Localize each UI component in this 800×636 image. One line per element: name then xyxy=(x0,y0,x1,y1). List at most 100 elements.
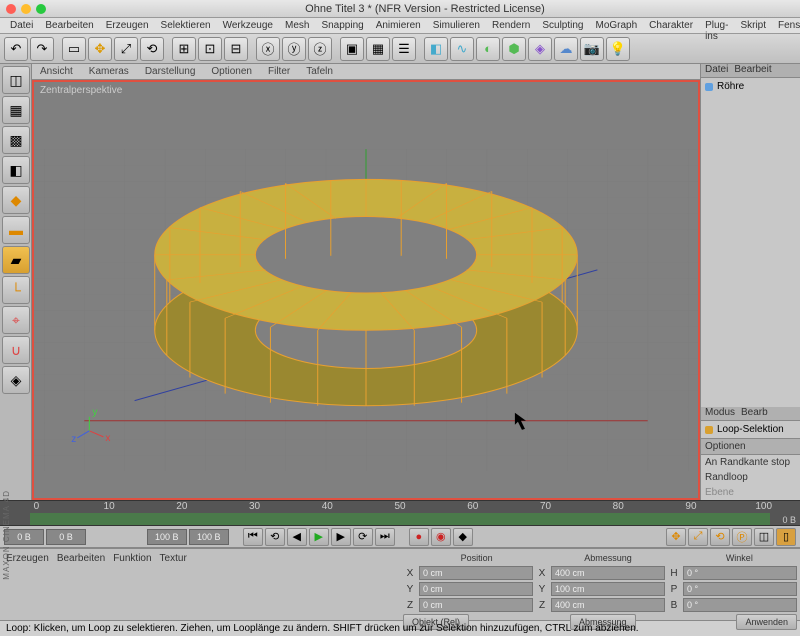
viewport[interactable]: Zentralperspektive xyxy=(32,80,700,500)
nurbs-primitive[interactable]: ◐ xyxy=(476,37,500,61)
move-tool[interactable]: ✥ xyxy=(88,37,112,61)
menu-mesh[interactable]: Mesh xyxy=(279,18,315,33)
menu-simulieren[interactable]: Simulieren xyxy=(427,18,486,33)
maximize-icon[interactable] xyxy=(36,4,46,14)
snap-mode[interactable]: ⌖ xyxy=(2,306,30,334)
menu-selektieren[interactable]: Selektieren xyxy=(155,18,217,33)
undo-button[interactable]: ↶ xyxy=(4,37,28,61)
environment-primitive[interactable]: ☁ xyxy=(554,37,578,61)
select-tool[interactable]: ▭ xyxy=(62,37,86,61)
z-axis-button[interactable]: ⓩ xyxy=(308,37,332,61)
mat-tab-erzeugen[interactable]: Erzeugen xyxy=(6,553,49,564)
mat-tab-funktion[interactable]: Funktion xyxy=(113,553,151,564)
spline-primitive[interactable]: ∿ xyxy=(450,37,474,61)
render-settings-button[interactable]: ☰ xyxy=(392,37,416,61)
record-button[interactable]: ● xyxy=(409,528,429,546)
menu-skript[interactable]: Skript xyxy=(734,18,772,33)
workplane-mode[interactable]: ◧ xyxy=(2,156,30,184)
key-scale-button[interactable]: ⤢ xyxy=(688,528,708,546)
timeline[interactable]: 0102030405060708090100 0 B xyxy=(0,500,800,526)
y-axis-button[interactable]: ⓨ xyxy=(282,37,306,61)
option-randkante[interactable]: An Randkante stop xyxy=(701,455,800,470)
viewtab-kameras[interactable]: Kameras xyxy=(85,64,133,79)
generator-primitive[interactable]: ⬢ xyxy=(502,37,526,61)
menu-snapping[interactable]: Snapping xyxy=(315,18,369,33)
viewtab-tafeln[interactable]: Tafeln xyxy=(302,64,337,79)
menu-animieren[interactable]: Animieren xyxy=(370,18,427,33)
render-region-button[interactable]: ▦ xyxy=(366,37,390,61)
menu-sculpting[interactable]: Sculpting xyxy=(536,18,589,33)
option-ebene[interactable]: Ebene xyxy=(701,485,800,500)
viewtab-filter[interactable]: Filter xyxy=(264,64,294,79)
object-mode[interactable]: ▦ xyxy=(2,96,30,124)
magnet-mode[interactable]: ∪ xyxy=(2,336,30,364)
apply-button[interactable]: Anwenden xyxy=(736,614,797,630)
om-tab-datei[interactable]: Datei xyxy=(705,64,728,77)
rotate-tool[interactable]: ⟲ xyxy=(140,37,164,61)
redo-button[interactable]: ↷ xyxy=(30,37,54,61)
deformer-primitive[interactable]: ◈ xyxy=(528,37,552,61)
tool-item[interactable]: Loop-Selektion xyxy=(701,421,800,438)
play-button[interactable]: ▶ xyxy=(309,528,329,546)
prev-frame-button[interactable]: ◀ xyxy=(287,528,307,546)
render-button[interactable]: ▣ xyxy=(340,37,364,61)
light-primitive[interactable]: 💡 xyxy=(606,37,630,61)
options-section[interactable]: Optionen xyxy=(701,438,800,455)
menu-fenster[interactable]: Fenst xyxy=(772,18,800,33)
next-key-button[interactable]: ⟳ xyxy=(353,528,373,546)
next-frame-button[interactable]: ▶ xyxy=(331,528,351,546)
attr-tab-bearbeiten[interactable]: Bearb xyxy=(741,407,768,420)
current-frame-input[interactable] xyxy=(46,529,86,545)
coords-button[interactable]: ⊟ xyxy=(224,37,248,61)
model-mode[interactable]: ◫ xyxy=(2,66,30,94)
pos-z-input[interactable]: 0 cm xyxy=(419,598,533,612)
attr-tab-modus[interactable]: Modus xyxy=(705,407,735,420)
menu-bearbeiten[interactable]: Bearbeiten xyxy=(39,18,99,33)
goto-start-button[interactable]: ⏮ xyxy=(243,528,263,546)
dim-z-input[interactable]: 400 cm xyxy=(551,598,665,612)
total-frame-input[interactable] xyxy=(147,529,187,545)
mat-tab-textur[interactable]: Textur xyxy=(160,553,187,564)
polygon-mode[interactable]: ▰ xyxy=(2,246,30,274)
key-layout-button[interactable]: ▯ xyxy=(776,528,796,546)
texture-mode[interactable]: ▩ xyxy=(2,126,30,154)
om-tab-bearbeiten[interactable]: Bearbeit xyxy=(734,64,771,77)
key-pos-button[interactable]: ✥ xyxy=(666,528,686,546)
menu-mograph[interactable]: MoGraph xyxy=(589,18,643,33)
goto-end-button[interactable]: ⏭ xyxy=(375,528,395,546)
prev-key-button[interactable]: ⟲ xyxy=(265,528,285,546)
keyframe-button[interactable]: ◆ xyxy=(453,528,473,546)
x-axis-button[interactable]: ⓧ xyxy=(256,37,280,61)
menu-rendern[interactable]: Rendern xyxy=(486,18,536,33)
mat-tab-bearbeiten[interactable]: Bearbeiten xyxy=(57,553,105,564)
object-item[interactable]: Röhre xyxy=(701,78,800,95)
cube-primitive[interactable]: ◧ xyxy=(424,37,448,61)
scale-tool[interactable]: ⤢ xyxy=(114,37,138,61)
autokey-button[interactable]: ◉ xyxy=(431,528,451,546)
pos-x-input[interactable]: 0 cm xyxy=(419,566,533,580)
key-pla-button[interactable]: ◫ xyxy=(754,528,774,546)
option-randloop[interactable]: Randloop xyxy=(701,470,800,485)
menu-erzeugen[interactable]: Erzeugen xyxy=(100,18,155,33)
point-mode[interactable]: ◆ xyxy=(2,186,30,214)
dim-x-input[interactable]: 400 cm xyxy=(551,566,665,580)
history-button[interactable]: ⊞ xyxy=(172,37,196,61)
menu-plugins[interactable]: Plug-ins xyxy=(699,18,734,33)
pos-y-input[interactable]: 0 cm xyxy=(419,582,533,596)
ang-h-input[interactable]: 0 ° xyxy=(683,566,797,580)
end-frame-input[interactable] xyxy=(189,529,229,545)
viewtab-optionen[interactable]: Optionen xyxy=(207,64,256,79)
ang-b-input[interactable]: 0 ° xyxy=(683,598,797,612)
timeline-range[interactable] xyxy=(30,513,770,525)
menu-werkzeuge[interactable]: Werkzeuge xyxy=(217,18,279,33)
viewtab-ansicht[interactable]: Ansicht xyxy=(36,64,77,79)
ang-p-input[interactable]: 0 ° xyxy=(683,582,797,596)
viewtab-darstellung[interactable]: Darstellung xyxy=(141,64,200,79)
key-rot-button[interactable]: ⟲ xyxy=(710,528,730,546)
key-param-button[interactable]: Ⓟ xyxy=(732,528,752,546)
close-icon[interactable] xyxy=(6,4,16,14)
soft-mode[interactable]: ◈ xyxy=(2,366,30,394)
dim-y-input[interactable]: 100 cm xyxy=(551,582,665,596)
axis-mode[interactable]: └ xyxy=(2,276,30,304)
menu-datei[interactable]: Datei xyxy=(4,18,39,33)
